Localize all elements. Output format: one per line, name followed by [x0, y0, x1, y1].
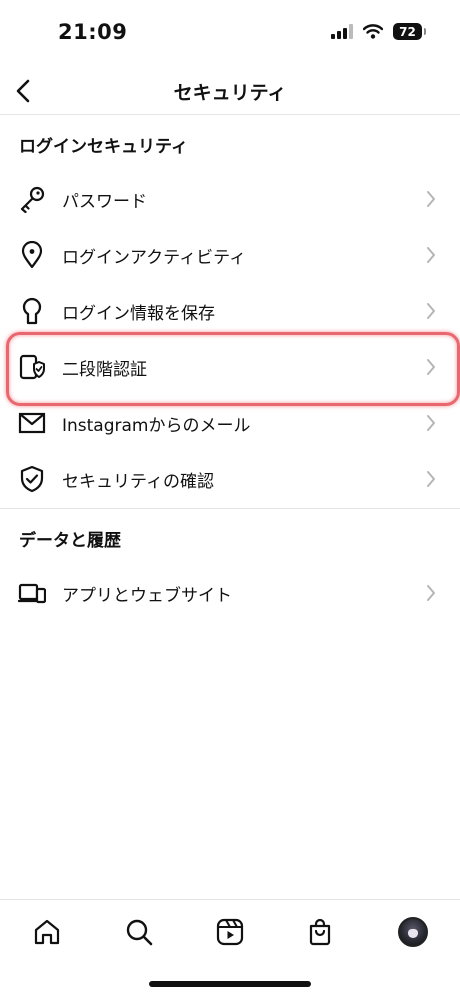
menu-item-login-activity[interactable]: ログインアクティビティ: [0, 227, 460, 283]
devices-icon: [18, 579, 46, 607]
menu-item-label: Instagramからのメール: [62, 415, 251, 436]
cellular-signal-icon: [331, 24, 353, 39]
wifi-icon: [363, 24, 383, 39]
key-icon: [18, 185, 46, 213]
menu-item-label: 二段階認証: [62, 359, 147, 380]
home-icon: [34, 919, 60, 945]
location-pin-icon: [18, 241, 46, 269]
chevron-right-icon: [424, 584, 438, 602]
tab-home[interactable]: [27, 912, 67, 952]
section-title-login-security: ログインセキュリティ: [19, 137, 188, 157]
menu-item-security-checkup[interactable]: セキュリティの確認: [0, 451, 460, 507]
tab-search[interactable]: [119, 912, 159, 952]
menu-item-save-login-info[interactable]: ログイン情報を保存: [0, 283, 460, 339]
menu-item-apps-websites[interactable]: アプリとウェブサイト: [0, 565, 460, 621]
menu-item-label: アプリとウェブサイト: [62, 585, 232, 606]
page-title: セキュリティ: [173, 82, 287, 104]
section-title-data-history: データと履歴: [19, 531, 121, 551]
menu-item-password[interactable]: パスワード: [0, 171, 460, 227]
tab-shop[interactable]: [300, 912, 340, 952]
menu-item-instagram-emails[interactable]: Instagramからのメール: [0, 395, 460, 451]
menu-item-label: ログイン情報を保存: [62, 303, 215, 324]
menu-item-label: ログインアクティビティ: [62, 247, 247, 268]
menu-item-label: セキュリティの確認: [62, 471, 214, 492]
tab-reels[interactable]: [210, 912, 250, 952]
battery-indicator: 72: [393, 23, 426, 40]
status-time: 21:09: [58, 20, 128, 44]
chevron-right-icon: [424, 358, 438, 376]
nav-header: セキュリティ: [0, 68, 460, 115]
keyhole-icon: [18, 297, 46, 325]
battery-level: 72: [399, 24, 416, 39]
chevron-right-icon: [424, 302, 438, 320]
home-indicator: [149, 981, 311, 987]
envelope-icon: [18, 409, 46, 437]
status-icons: 72: [331, 23, 426, 40]
avatar: [398, 917, 428, 947]
reels-icon: [216, 918, 244, 946]
menu-item-two-factor-auth[interactable]: 二段階認証: [0, 339, 460, 395]
chevron-right-icon: [424, 470, 438, 488]
chevron-right-icon: [424, 414, 438, 432]
search-icon: [126, 919, 153, 946]
shield-check-icon: [18, 465, 46, 493]
section-divider: [0, 508, 460, 509]
chevron-right-icon: [424, 190, 438, 208]
tab-profile[interactable]: [393, 912, 433, 952]
chevron-right-icon: [424, 246, 438, 264]
status-bar: 21:09 72: [0, 0, 460, 70]
shield-check-device-icon: [18, 353, 46, 381]
shop-bag-icon: [309, 918, 331, 946]
menu-item-label: パスワード: [62, 191, 147, 212]
